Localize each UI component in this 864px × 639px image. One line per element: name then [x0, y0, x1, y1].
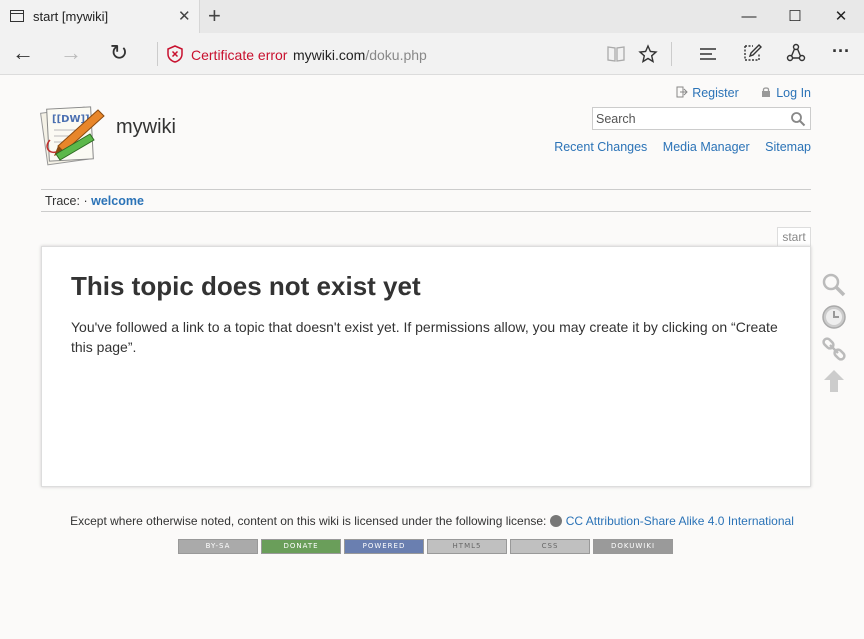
separator [157, 42, 158, 66]
php-powered-badge[interactable]: POWERED [344, 539, 424, 554]
show-page-icon[interactable] [821, 272, 847, 298]
license-text: Except where otherwise noted, content on… [70, 514, 547, 528]
tab-close-icon[interactable]: ✕ [178, 7, 191, 25]
page-id-tab: start [777, 227, 811, 247]
address-bar[interactable]: mywiki.com/doku.php [293, 47, 427, 63]
lock-icon [762, 87, 771, 97]
trace-label: Trace: [45, 194, 80, 208]
browser-navbar: ← → ↻ Certificate error mywiki.com/doku.… [0, 33, 864, 75]
w3c-html5-badge[interactable]: HTML5 [427, 539, 507, 554]
url-domain: mywiki.com [293, 47, 366, 63]
page-icon [10, 10, 24, 22]
media-manager-link[interactable]: Media Manager [663, 140, 750, 154]
more-menu-button[interactable]: ··· [827, 39, 855, 63]
cc-by-sa-badge[interactable]: BY-SA [178, 539, 258, 554]
register-link[interactable]: Register [676, 86, 739, 100]
page-body: You've followed a link to a topic that d… [71, 319, 778, 355]
dokuwiki-badge[interactable]: DOKUWIKI [593, 539, 673, 554]
license-link[interactable]: CC Attribution-Share Alike 4.0 Internati… [549, 514, 794, 528]
share-icon[interactable] [786, 43, 806, 63]
refresh-button[interactable]: ↻ [105, 41, 133, 65]
favorite-star-icon[interactable] [638, 44, 658, 64]
donate-badge[interactable]: DONATE [261, 539, 341, 554]
separator [671, 42, 672, 66]
search-input[interactable] [593, 108, 783, 129]
forward-button[interactable]: → [57, 41, 85, 65]
user-tools: Register Log In [658, 86, 811, 100]
page-title: This topic does not exist yet [71, 271, 421, 301]
certificate-error-icon[interactable] [167, 45, 183, 63]
trace-link-welcome[interactable]: welcome [91, 194, 144, 208]
globe-icon [549, 515, 562, 527]
register-icon [676, 86, 688, 98]
login-label: Log In [776, 86, 811, 100]
recent-changes-link[interactable]: Recent Changes [554, 140, 647, 154]
back-to-top-icon[interactable] [821, 368, 847, 394]
reading-view-icon[interactable] [606, 44, 626, 64]
sitemap-link[interactable]: Sitemap [765, 140, 811, 154]
page-content: This topic does not exist yet You've fol… [41, 246, 811, 487]
register-label: Register [692, 86, 739, 100]
search-box [592, 107, 811, 130]
trace-separator: · [83, 194, 88, 208]
old-revisions-icon[interactable] [821, 304, 847, 330]
site-tools: Recent Changes Media Manager Sitemap [542, 140, 811, 154]
wiki-page: [[DW]] mywiki Register Log In Recent Cha… [0, 76, 864, 639]
hub-icon[interactable] [698, 44, 718, 64]
breadcrumb: Trace: · welcome [41, 189, 811, 212]
url-path: /doku.php [365, 47, 427, 63]
browser-tab[interactable]: start [mywiki] ✕ [0, 0, 200, 33]
back-button[interactable]: ← [9, 41, 37, 65]
web-note-icon[interactable] [742, 43, 762, 63]
close-window-button[interactable]: ✕ [818, 0, 864, 33]
search-icon[interactable] [790, 111, 806, 127]
browser-titlebar: start [mywiki] ✕ + — ☐ ✕ [0, 0, 864, 33]
minimize-button[interactable]: — [726, 0, 772, 33]
maximize-button[interactable]: ☐ [772, 0, 818, 33]
license-footer: Except where otherwise noted, content on… [0, 514, 864, 528]
backlinks-icon[interactable] [821, 336, 847, 362]
tab-title: start [mywiki] [33, 9, 109, 24]
certificate-error-label[interactable]: Certificate error [191, 47, 287, 63]
w3c-css-badge[interactable]: CSS [510, 539, 590, 554]
login-link[interactable]: Log In [760, 86, 811, 100]
new-tab-button[interactable]: + [208, 3, 221, 29]
dokuwiki-logo-icon[interactable]: [[DW]] [38, 100, 108, 170]
license-label: CC Attribution-Share Alike 4.0 Internati… [565, 514, 794, 528]
site-name[interactable]: mywiki [116, 116, 176, 139]
